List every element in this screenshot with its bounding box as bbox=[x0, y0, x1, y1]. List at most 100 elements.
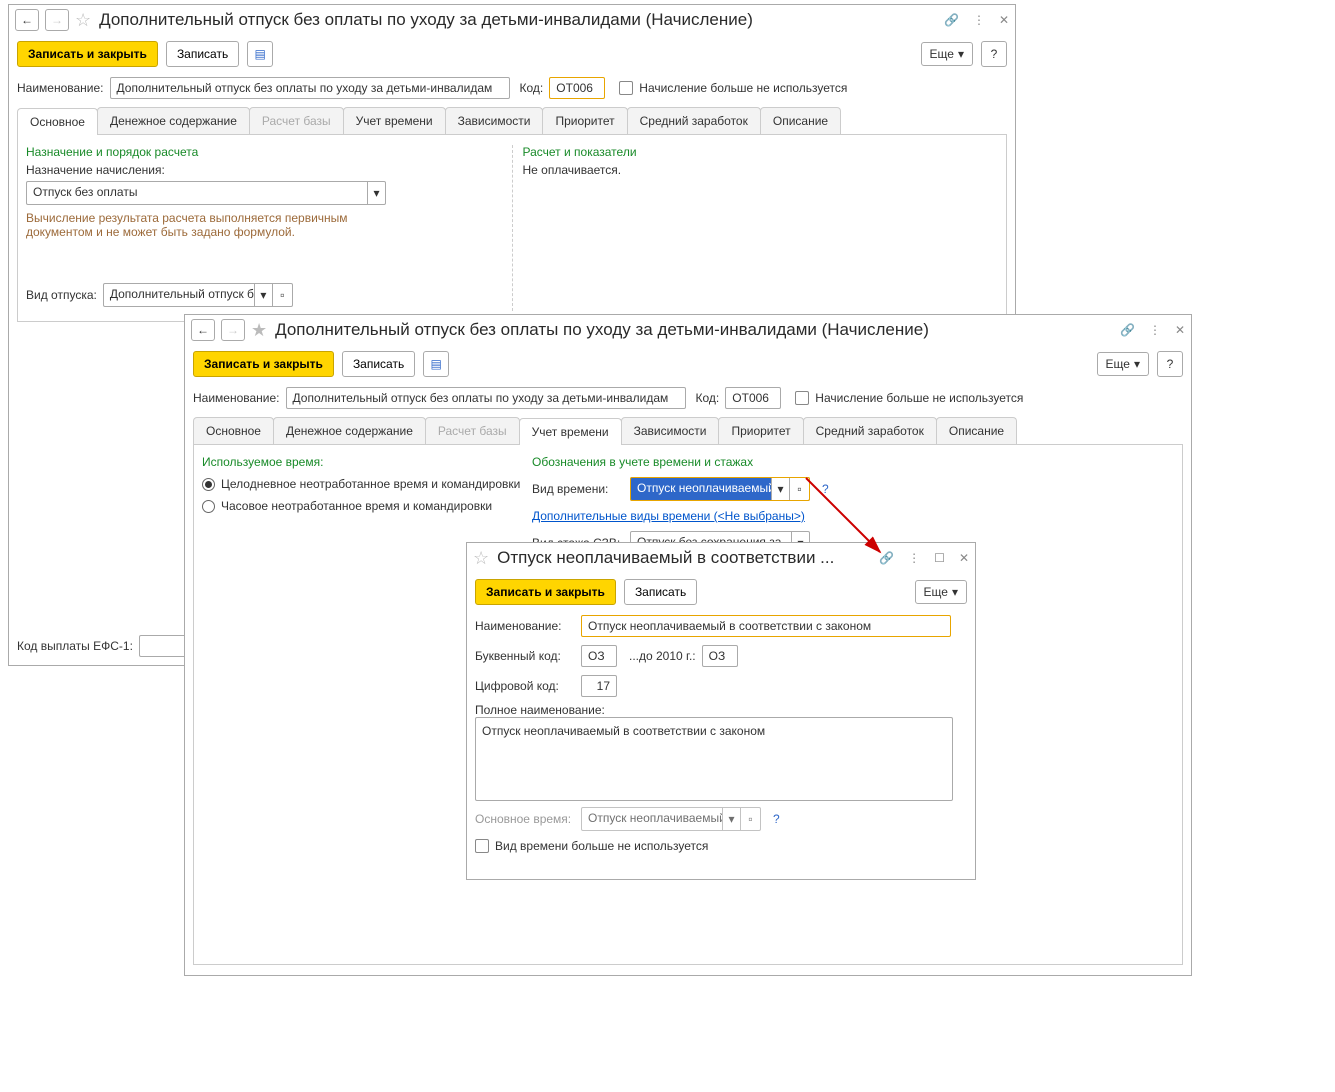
tab-desc[interactable]: Описание bbox=[936, 417, 1017, 444]
window-title: Отпуск неоплачиваемый в соответствии ... bbox=[497, 548, 873, 568]
tab-time[interactable]: Учет времени bbox=[519, 418, 622, 445]
time-not-used-checkbox[interactable] bbox=[475, 839, 489, 853]
link-icon[interactable]: 🔗 bbox=[1120, 323, 1135, 337]
radio-hourly[interactable] bbox=[202, 500, 215, 513]
assignment-section-title: Назначение и порядок расчета bbox=[26, 145, 502, 159]
window-title: Дополнительный отпуск без оплаты по уход… bbox=[275, 320, 1114, 340]
save-close-button[interactable]: Записать и закрыть bbox=[193, 351, 334, 377]
code-input[interactable]: ОТ006 bbox=[549, 77, 605, 99]
save-button[interactable]: Записать bbox=[624, 579, 697, 605]
more-button[interactable]: Еще ▾ bbox=[921, 42, 973, 66]
tab-deps[interactable]: Зависимости bbox=[621, 417, 720, 444]
nav-forward-button[interactable]: → bbox=[221, 319, 245, 341]
digit-code-label: Цифровой код: bbox=[475, 679, 575, 693]
time-type-label: Вид времени: bbox=[532, 482, 624, 496]
save-button[interactable]: Записать bbox=[166, 41, 239, 67]
radio-hourly-row[interactable]: Часовое неотработанное время и командиро… bbox=[202, 495, 522, 517]
tab-main[interactable]: Основное bbox=[17, 108, 98, 135]
name-label: Наименование: bbox=[193, 391, 280, 405]
favorite-icon[interactable]: ☆ bbox=[473, 548, 489, 569]
tab-money[interactable]: Денежное содержание bbox=[97, 107, 250, 134]
used-time-title: Используемое время: bbox=[202, 455, 522, 469]
tab-time[interactable]: Учет времени bbox=[343, 107, 446, 134]
menu-icon[interactable]: ⋮ bbox=[973, 13, 985, 27]
letter-code-input[interactable]: ОЗ bbox=[581, 645, 617, 667]
full-name-textarea[interactable]: Отпуск неоплачиваемый в соответствии с з… bbox=[475, 717, 953, 801]
close-icon[interactable]: ✕ bbox=[1175, 323, 1185, 337]
hint-icon[interactable]: ? bbox=[773, 812, 780, 826]
time-type-select[interactable]: Отпуск неоплачиваемый ▾ ▫ bbox=[630, 477, 810, 501]
tab-money[interactable]: Денежное содержание bbox=[273, 417, 426, 444]
assignment-select[interactable]: Отпуск без оплаты ▾ bbox=[26, 181, 386, 205]
name-label: Наименование: bbox=[475, 619, 575, 633]
maximize-icon[interactable]: ☐ bbox=[934, 551, 945, 565]
tab-main[interactable]: Основное bbox=[193, 417, 274, 444]
tab-deps[interactable]: Зависимости bbox=[445, 107, 544, 134]
menu-icon[interactable]: ⋮ bbox=[1149, 323, 1161, 337]
chevron-down-icon[interactable]: ▾ bbox=[771, 478, 789, 500]
tab-avg[interactable]: Средний заработок bbox=[627, 107, 761, 134]
base-time-label: Основное время: bbox=[475, 812, 575, 826]
favorite-icon[interactable]: ☆ bbox=[75, 10, 91, 31]
letter-code-label: Буквенный код: bbox=[475, 649, 575, 663]
nav-back-button[interactable]: ← bbox=[15, 9, 39, 31]
chevron-down-icon[interactable]: ▾ bbox=[367, 182, 385, 204]
tab-base[interactable]: Расчет базы bbox=[249, 107, 344, 134]
efs-row: Код выплаты ЕФС-1: bbox=[17, 635, 199, 657]
window-time-type: ☆ Отпуск неоплачиваемый в соответствии .… bbox=[466, 542, 976, 880]
until-2010-label: ...до 2010 г.: bbox=[629, 649, 696, 663]
name-label: Наименование: bbox=[17, 81, 104, 95]
chevron-down-icon: ▾ bbox=[722, 808, 740, 830]
tab-base[interactable]: Расчет базы bbox=[425, 417, 520, 444]
chevron-down-icon[interactable]: ▾ bbox=[254, 284, 272, 306]
tab-priority[interactable]: Приоритет bbox=[718, 417, 803, 444]
more-button[interactable]: Еще ▾ bbox=[1097, 352, 1149, 376]
name-input[interactable]: Дополнительный отпуск без оплаты по уход… bbox=[110, 77, 510, 99]
open-icon[interactable]: ▫ bbox=[789, 478, 809, 500]
tab-avg[interactable]: Средний заработок bbox=[803, 417, 937, 444]
save-close-button[interactable]: Записать и закрыть bbox=[17, 41, 158, 67]
calc-section-text: Не оплачивается. bbox=[523, 163, 999, 177]
digit-code-input[interactable]: 17 bbox=[581, 675, 617, 697]
link-icon[interactable]: 🔗 bbox=[879, 551, 894, 565]
code-label: Код: bbox=[696, 391, 720, 405]
help-button[interactable]: ? bbox=[981, 41, 1007, 67]
name-input[interactable]: Дополнительный отпуск без оплаты по уход… bbox=[286, 387, 686, 409]
toolbar: Записать и закрыть Записать ▤ Еще ▾ ? bbox=[185, 345, 1191, 383]
help-button[interactable]: ? bbox=[1157, 351, 1183, 377]
more-button[interactable]: Еще ▾ bbox=[915, 580, 967, 604]
not-used-checkbox[interactable] bbox=[795, 391, 809, 405]
close-icon[interactable]: ✕ bbox=[999, 13, 1009, 27]
tabbar: Основное Денежное содержание Расчет базы… bbox=[17, 107, 1007, 135]
code-input[interactable]: ОТ006 bbox=[725, 387, 781, 409]
nav-back-button[interactable]: ← bbox=[191, 319, 215, 341]
additional-time-types-link[interactable]: Дополнительные виды времени (<Не выбраны… bbox=[532, 509, 805, 523]
time-not-used-label: Вид времени больше не используется bbox=[495, 839, 708, 853]
hint-icon[interactable]: ? bbox=[822, 482, 829, 496]
report-icon[interactable]: ▤ bbox=[423, 351, 449, 377]
toolbar: Записать и закрыть Записать ▤ Еще ▾ ? bbox=[9, 35, 1015, 73]
open-icon[interactable]: ▫ bbox=[272, 284, 292, 306]
link-icon[interactable]: 🔗 bbox=[944, 13, 959, 27]
tab-priority[interactable]: Приоритет bbox=[542, 107, 627, 134]
calc-section-title: Расчет и показатели bbox=[523, 145, 999, 159]
not-used-label: Начисление больше не используется bbox=[639, 81, 847, 95]
save-button[interactable]: Записать bbox=[342, 351, 415, 377]
report-icon[interactable]: ▤ bbox=[247, 41, 273, 67]
nav-forward-button[interactable]: → bbox=[45, 9, 69, 31]
menu-icon[interactable]: ⋮ bbox=[908, 551, 920, 565]
save-close-button[interactable]: Записать и закрыть bbox=[475, 579, 616, 605]
not-used-checkbox[interactable] bbox=[619, 81, 633, 95]
vacation-type-select[interactable]: Дополнительный отпуск б ▾ ▫ bbox=[103, 283, 293, 307]
titlebar: ☆ Отпуск неоплачиваемый в соответствии .… bbox=[467, 543, 975, 573]
efs-label: Код выплаты ЕФС-1: bbox=[17, 639, 133, 653]
name-input[interactable]: Отпуск неоплачиваемый в соответствии с з… bbox=[581, 615, 951, 637]
tab-desc[interactable]: Описание bbox=[760, 107, 841, 134]
base-time-select: Отпуск неоплачиваемый ▾ ▫ bbox=[581, 807, 761, 831]
radio-fullday[interactable] bbox=[202, 478, 215, 491]
until-2010-input[interactable]: ОЗ bbox=[702, 645, 738, 667]
close-icon[interactable]: ✕ bbox=[959, 551, 969, 565]
radio-fullday-row[interactable]: Целодневное неотработанное время и коман… bbox=[202, 473, 522, 495]
assignment-note: Вычисление результата расчета выполняетс… bbox=[26, 211, 502, 239]
favorite-icon[interactable]: ★ bbox=[251, 320, 267, 341]
